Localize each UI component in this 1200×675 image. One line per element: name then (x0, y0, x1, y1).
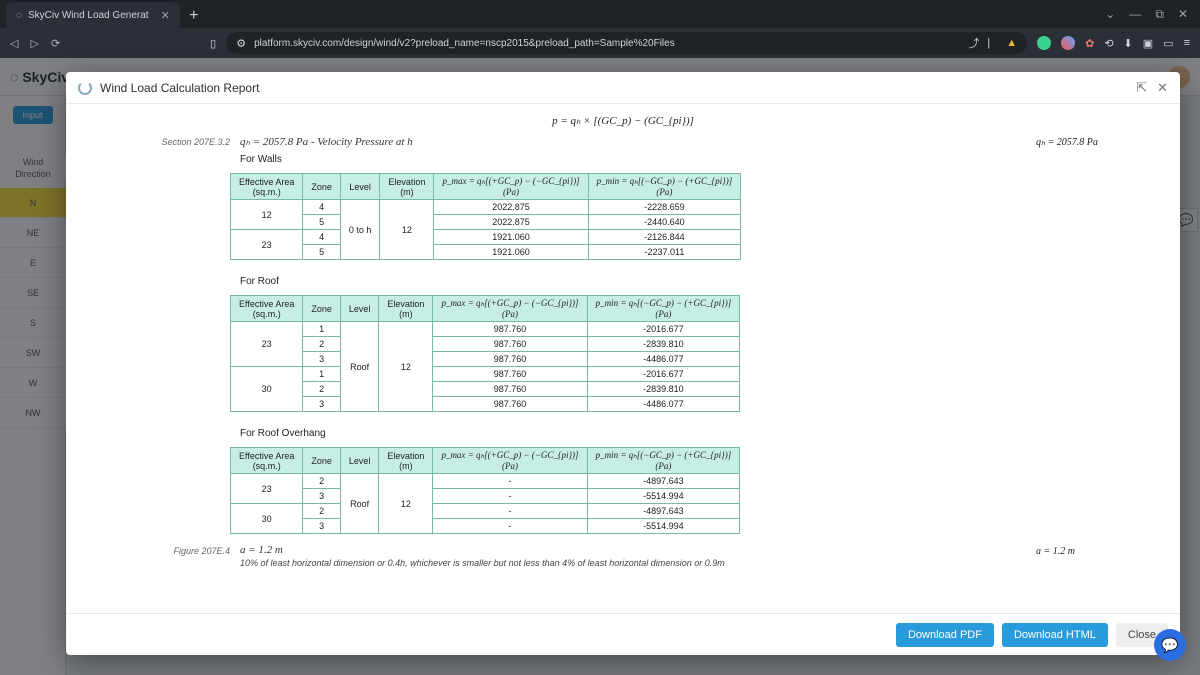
browser-tab[interactable]: ◌ SkyCiv Wind Load Generat ✕ (6, 2, 180, 28)
nav-reload-icon[interactable]: ⟳ (51, 37, 60, 50)
pressure-formula: p = qₕ × [(GC_p) − (GC_{pi})] (80, 114, 1166, 127)
nav-back-icon[interactable]: ◁ (10, 37, 18, 50)
window-controls: ⌄ — ⧉ ✕ (1093, 0, 1200, 28)
nav-forward-icon[interactable]: ▷ (30, 37, 38, 50)
url-box[interactable]: ⚙ platform.skyciv.com/design/wind/v2?pre… (226, 32, 1027, 54)
window-maximize-icon[interactable]: ⧉ (1155, 7, 1164, 22)
app-page: ◌ SkyCiv ▤ File ⌄ ▭ Results ⌄ ? ⋮⋮⋮ Inpu… (0, 58, 1200, 675)
a-line: a = 1.2 m (240, 544, 1026, 556)
figure-ref: Figure 207E.4 (80, 544, 230, 556)
walls-heading: For Walls (240, 154, 1026, 165)
tab-favicon: ◌ (16, 10, 22, 21)
section-ref: Section 207E.3.2 (80, 135, 230, 147)
chevron-down-icon[interactable]: ⌄ (1105, 7, 1115, 21)
modal-close-icon[interactable]: ✕ (1157, 80, 1168, 96)
overhang-table: Effective Area(sq.m.) Zone Level Elevati… (230, 447, 740, 534)
a-margin: a = 1.2 m (1036, 544, 1166, 557)
ext-icon-3[interactable]: ✿ (1085, 37, 1094, 50)
window-close-icon[interactable]: ✕ (1178, 7, 1188, 21)
site-settings-icon[interactable]: ⚙ (236, 37, 246, 50)
bookmark-icon[interactable]: ▯ (210, 37, 216, 50)
roof-table: Effective Area(sq.m.) Zone Level Elevati… (230, 295, 740, 412)
download-icon[interactable]: ⬇ (1124, 37, 1133, 50)
report-body[interactable]: p = qₕ × [(GC_p) − (GC_{pi})] Section 20… (66, 104, 1180, 613)
ext-icon-1[interactable] (1037, 36, 1051, 50)
warning-icon[interactable]: ▲ (1006, 37, 1017, 49)
cast-icon[interactable]: ▭ (1163, 37, 1173, 50)
a-note: 10% of least horizontal dimension or 0.4… (240, 558, 1026, 568)
walls-table: Effective Area(sq.m.) Zone Level Elevati… (230, 173, 741, 260)
chat-fab[interactable]: 💬 (1154, 629, 1186, 661)
download-pdf-button[interactable]: Download PDF (896, 623, 994, 647)
modal-title: Wind Load Calculation Report (100, 81, 259, 95)
menu-icon[interactable]: ≡ (1184, 37, 1190, 49)
loading-spinner-icon (78, 81, 92, 95)
ext-icon-2[interactable] (1061, 36, 1075, 50)
url-text: platform.skyciv.com/design/wind/v2?prelo… (254, 38, 675, 49)
popout-icon[interactable]: ⇱ (1136, 80, 1147, 96)
window-minimize-icon[interactable]: — (1129, 7, 1141, 21)
qh-line: qₕ = 2057.8 Pa - Velocity Pressure at h (240, 135, 1026, 148)
report-modal: Wind Load Calculation Report ⇱ ✕ p = qₕ … (66, 72, 1180, 655)
new-tab-button[interactable]: + (184, 6, 204, 26)
overhang-heading: For Roof Overhang (240, 428, 1026, 439)
roof-heading: For Roof (240, 276, 1026, 287)
qh-margin: qₕ = 2057.8 Pa (1036, 135, 1166, 148)
sidepanel-icon[interactable]: ▣ (1143, 37, 1153, 50)
ext-icon-4[interactable]: ⟲ (1104, 37, 1113, 50)
tab-title: SkyCiv Wind Load Generat (28, 10, 149, 21)
tab-close-icon[interactable]: ✕ (161, 9, 170, 22)
browser-tabbar: ◌ SkyCiv Wind Load Generat ✕ + ⌄ — ⧉ ✕ (0, 0, 1200, 28)
browser-addressbar: ◁ ▷ ⟳ ▯ ⚙ platform.skyciv.com/design/win… (0, 28, 1200, 58)
download-html-button[interactable]: Download HTML (1002, 623, 1108, 647)
share-icon[interactable]: ⤴ (968, 35, 979, 51)
separator-icon: | (987, 37, 990, 49)
